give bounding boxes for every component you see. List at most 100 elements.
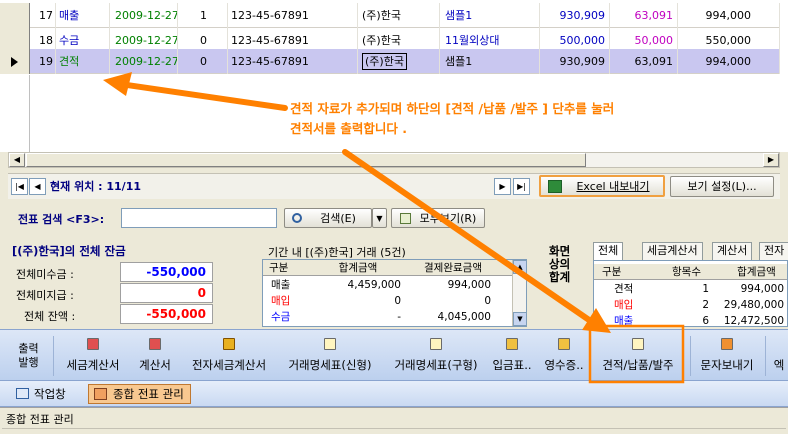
task-voucher-management[interactable]: 종합 전표 관리	[88, 384, 191, 404]
print-issue-label: 출력 발행	[4, 336, 54, 376]
receipt-icon	[558, 338, 570, 350]
refresh-icon	[400, 213, 411, 224]
record-position: 현재 위치 : 11/11	[50, 180, 142, 193]
screen-summary-table[interactable]: 구분 항목수 합계금액 견적 1 994,000 매입 2 29,480,000…	[593, 260, 788, 327]
next-record-icon[interactable]: ▶	[494, 178, 511, 195]
row-header[interactable]	[0, 3, 30, 28]
quote-icon	[632, 338, 644, 350]
table-row[interactable]: 17 매출 2009-12-27 1 123-45-67891 (주)한국 샘플…	[0, 3, 780, 28]
statement-old-button[interactable]: 거래명세표(구형)	[384, 330, 488, 380]
receipt-button[interactable]: 영수증..	[538, 330, 590, 380]
task-workspace[interactable]: 작업창	[16, 385, 66, 403]
item-name: 샘플1	[440, 3, 540, 28]
search-row: 전표 검색 <F3>: 검색(E) ▼ 모두보기(R)	[8, 203, 780, 235]
table-row[interactable]: 매출 4,459,000 994,000	[263, 277, 513, 293]
business-number: 123-45-67891	[228, 49, 358, 74]
search-button[interactable]: 검색(E)	[284, 208, 372, 228]
quote-delivery-order-button[interactable]: 견적/납품/발주	[592, 330, 684, 380]
excel-icon	[548, 180, 562, 193]
period-title: 기간 내 [(주)한국] 거래 (5건)	[268, 246, 406, 259]
vertical-scrollbar[interactable]: ▲ ▼	[512, 260, 526, 326]
view-settings-button[interactable]: 보기 설정(L)...	[670, 176, 774, 197]
row-header[interactable]	[0, 49, 30, 74]
annotation-line: 견적 자료가 추가되며 하단의 [견적 /납품 /발주 ] 단추를 눌러	[290, 101, 615, 116]
navigation-bar: |◀ ◀ 현재 위치 : 11/11 ▶ ▶| Excel 내보내기 보기 설정…	[8, 173, 780, 199]
horizontal-scrollbar[interactable]: ◀ ▶	[8, 152, 780, 168]
voucher-date: 2009-12-27	[110, 49, 178, 74]
search-label: 전표 검색 <F3>:	[18, 213, 105, 226]
invoice-button[interactable]: 계산서	[130, 330, 180, 380]
tab-electronic[interactable]: 전자	[759, 242, 788, 260]
voucher-type: 견적	[56, 49, 110, 74]
scroll-down-icon[interactable]: ▼	[513, 312, 526, 326]
status-text: 종합 전표 관리	[6, 413, 74, 426]
voucher-flag: 0	[178, 49, 228, 74]
e-tax-invoice-icon	[223, 338, 235, 350]
tax-amount: 63,091	[610, 49, 678, 74]
tax-invoice-icon	[87, 338, 99, 350]
tab-all[interactable]: 전체	[593, 242, 624, 260]
voucher-date: 2009-12-27	[110, 3, 178, 28]
receivable-value: -550,000	[120, 262, 213, 282]
row-number: 19	[30, 49, 56, 74]
payable-value: 0	[120, 283, 213, 303]
table-row-selected[interactable]: 19 견적 2009-12-27 0 123-45-67891 (주)한국 샘플…	[0, 49, 780, 74]
receivable-label: 전체미수금 :	[16, 268, 74, 281]
scroll-up-icon[interactable]: ▲	[513, 260, 526, 274]
tax-invoice-button[interactable]: 세금계산서	[58, 330, 128, 380]
e-tax-invoice-button[interactable]: 전자세금계산서	[184, 330, 274, 380]
toolbar-separator	[690, 336, 691, 376]
company-name[interactable]: (주)한국	[358, 49, 440, 74]
status-bar: 종합 전표 관리	[0, 407, 788, 434]
total-balance-label: 전체 잔액 :	[24, 310, 76, 323]
annotation-line: 견적서를 출력합니다 .	[290, 121, 407, 136]
show-all-button[interactable]: 모두보기(R)	[391, 208, 485, 228]
balance-title: [(주)한국]의 전체 잔금	[12, 244, 126, 258]
statement-new-icon	[324, 338, 336, 350]
chevron-down-icon: ▼	[376, 214, 383, 223]
excel-export-button[interactable]: Excel 내보내기	[539, 175, 665, 197]
table-row[interactable]: 수금 - 4,045,000	[263, 309, 513, 325]
toolbar-separator	[765, 336, 766, 376]
excel-toolbar-button[interactable]: 엑	[770, 330, 788, 380]
search-input[interactable]	[121, 208, 277, 228]
statement-old-icon	[430, 338, 442, 350]
table-header: 구분 항목수 합계금액	[594, 264, 787, 280]
total-amount: 994,000	[678, 3, 780, 28]
empty-grid-area	[0, 75, 30, 152]
magnifier-icon	[292, 213, 302, 223]
grid-icon	[94, 388, 107, 400]
status-divider	[2, 428, 786, 429]
scroll-thumb[interactable]	[26, 153, 586, 167]
total-balance-value: -550,000	[120, 304, 213, 324]
payable-label: 전체미지급 :	[16, 289, 74, 302]
period-table[interactable]: 구분 합계금액 결제완료금액 매출 4,459,000 994,000 매입 0…	[262, 259, 527, 327]
table-row[interactable]: 매입 0 0	[263, 293, 513, 309]
search-options-dropdown[interactable]: ▼	[372, 208, 387, 228]
sms-icon	[721, 338, 733, 350]
table-row[interactable]: 매입 2 29,480,000	[594, 297, 787, 313]
tab-invoice[interactable]: 계산서	[712, 242, 753, 260]
prev-record-icon[interactable]: ◀	[29, 178, 46, 195]
total-amount: 994,000	[678, 49, 780, 74]
tab-tax-invoice[interactable]: 세금계산서	[642, 242, 703, 260]
table-row[interactable]: 견적 1 994,000	[594, 281, 787, 297]
business-number: 123-45-67891	[228, 3, 358, 28]
supply-amount: 930,909	[540, 49, 610, 74]
table-row[interactable]: 매출 6 12,472,500	[594, 313, 787, 326]
row-number: 17	[30, 3, 56, 28]
send-sms-button[interactable]: 문자보내기	[692, 330, 762, 380]
scroll-left-icon[interactable]: ◀	[9, 153, 25, 167]
last-record-icon[interactable]: ▶|	[513, 178, 530, 195]
window-taskbar: 작업창 종합 전표 관리	[0, 381, 788, 407]
window-icon	[16, 388, 29, 399]
scroll-right-icon[interactable]: ▶	[763, 153, 779, 167]
deposit-slip-button[interactable]: 입금표..	[488, 330, 536, 380]
item-name: 샘플1	[440, 49, 540, 74]
annotation-text: 견적 자료가 추가되며 하단의 [견적 /납품 /발주 ] 단추를 눌러 견적서…	[290, 99, 614, 139]
company-name: (주)한국	[358, 3, 440, 28]
print-toolbar: 출력 발행 세금계산서 계산서 전자세금계산서 거래명세표(신형) 거래명세표(…	[0, 329, 788, 381]
screen-summary-label: 화면 상의 합계	[549, 244, 571, 284]
statement-new-button[interactable]: 거래명세표(신형)	[278, 330, 382, 380]
first-record-icon[interactable]: |◀	[11, 178, 28, 195]
